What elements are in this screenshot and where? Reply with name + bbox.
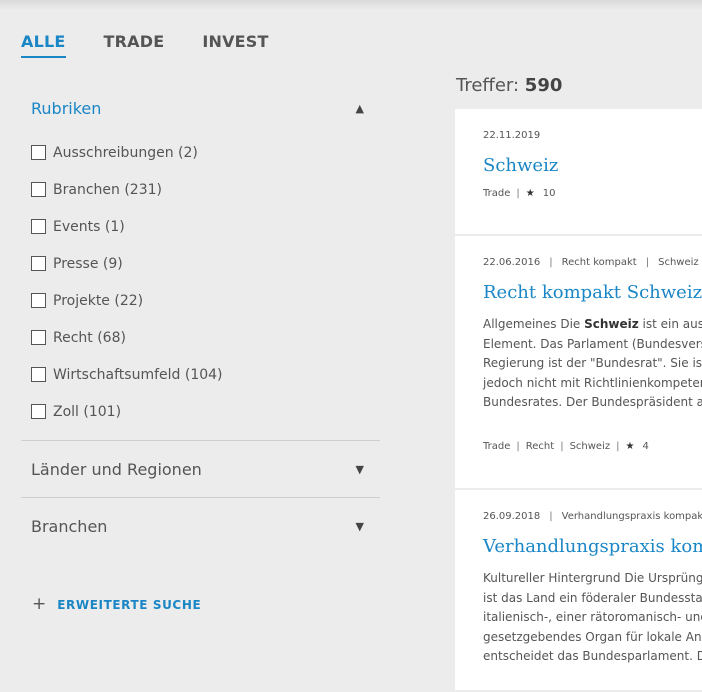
result-date: 22.06.2016: [483, 257, 541, 268]
filter-section-laender: Länder und Regionen ▼: [21, 441, 380, 497]
advanced-search-label: ERWEITERTE SUCHE: [57, 597, 202, 612]
section-tabs: ALLE TRADE INVEST: [21, 32, 307, 58]
tab-trade[interactable]: TRADE: [104, 32, 165, 58]
checkbox-box[interactable]: [31, 182, 46, 197]
result-meta: 22.06.2016 | Recht kompakt | Schweiz: [483, 236, 702, 268]
checkbox-box[interactable]: [31, 256, 46, 271]
star-icon: ★: [525, 188, 535, 199]
checkbox-label: Projekte (22): [53, 292, 144, 309]
checkbox-box[interactable]: [31, 330, 46, 345]
checkbox-box[interactable]: [31, 404, 46, 419]
checkbox-branchen[interactable]: Branchen (231): [31, 171, 380, 208]
branchen-header[interactable]: Branchen ▼: [21, 498, 380, 554]
excerpt-line: Kultureller Hintergrund Die Ursprünge: [483, 571, 702, 585]
star-icon: ★: [625, 440, 635, 452]
checkbox-label: Events (1): [53, 218, 125, 235]
excerpt-line: jedoch nicht mit Richtlinienkompeten: [483, 375, 702, 390]
result-tags: Trade | Recht | Schweiz | ★ 4: [483, 441, 702, 452]
checkbox-label: Zoll (101): [53, 403, 122, 420]
filter-section-branchen: Branchen ▼: [21, 498, 380, 554]
result-excerpt: Allgemeines Die Schweiz ist ein aus Z El…: [483, 315, 702, 413]
result-title[interactable]: Recht kompakt Schweiz: [483, 282, 702, 303]
checkbox-box[interactable]: [31, 219, 46, 234]
checkbox-wirtschaftsumfeld[interactable]: Wirtschaftsumfeld (104): [31, 356, 380, 393]
result-excerpt: Kultureller Hintergrund Die Ursprünge is…: [483, 569, 702, 667]
separator: |: [516, 188, 520, 199]
excerpt-text: ist ein aus Z: [642, 317, 702, 331]
excerpt-line: gesetzgebendes Organ für lokale Ang: [483, 629, 702, 644]
rubriken-title: Rubriken: [31, 98, 102, 118]
checkbox-box[interactable]: [31, 293, 46, 308]
checkbox-box[interactable]: [31, 367, 46, 382]
advanced-search-link[interactable]: + ERWEITERTE SUCHE: [32, 596, 201, 613]
rating-count: 4: [642, 440, 649, 452]
result-country[interactable]: Schweiz: [658, 257, 699, 268]
checkbox-events[interactable]: Events (1): [31, 208, 380, 245]
rubriken-checkbox-list: Ausschreibungen (2) Branchen (231) Event…: [21, 128, 380, 440]
checkbox-box[interactable]: [31, 145, 46, 160]
filter-sidebar: Rubriken ▲ Ausschreibungen (2) Branchen …: [21, 88, 380, 554]
excerpt-line: ist das Land ein föderaler Bundesstaa: [483, 590, 702, 605]
caret-down-icon[interactable]: ▼: [356, 520, 364, 533]
separator: |: [560, 440, 564, 452]
separator: |: [516, 440, 520, 452]
excerpt-line: Regierung ist der "Bundesrat". Sie ist l: [483, 356, 702, 370]
filter-section-rubriken: Rubriken ▲ Ausschreibungen (2) Branchen …: [21, 88, 380, 440]
checkbox-label: Recht (68): [53, 329, 126, 346]
excerpt-line: Bundesrates. Der Bundespräsident als: [483, 395, 702, 409]
tag-link[interactable]: Trade: [483, 188, 510, 199]
result-date: 22.11.2019: [483, 130, 541, 141]
hits-number: 590: [524, 75, 563, 96]
tag-link[interactable]: Recht: [526, 441, 554, 452]
result-title[interactable]: Schweiz: [483, 155, 702, 176]
checkbox-label: Branchen (231): [53, 181, 162, 198]
caret-down-icon[interactable]: ▼: [356, 463, 364, 476]
checkbox-label: Presse (9): [53, 255, 123, 272]
result-card: 26.09.2018 | Verhandlungspraxis kompakt Ve…: [455, 490, 702, 690]
separator: |: [645, 257, 650, 268]
tab-alle[interactable]: ALLE: [21, 32, 66, 58]
excerpt-highlight: Schweiz: [584, 317, 639, 331]
result-tags: Trade | ★ 10: [483, 188, 702, 199]
rubriken-header[interactable]: Rubriken ▲: [21, 88, 380, 128]
plus-icon: +: [32, 594, 47, 614]
separator: |: [616, 440, 620, 452]
checkbox-recht[interactable]: Recht (68): [31, 319, 380, 356]
excerpt-line: Element. Das Parlament (Bundesversa: [483, 336, 702, 351]
hits-label: Treffer:: [456, 75, 520, 96]
excerpt-text: Allgemeines Die: [483, 317, 585, 331]
tab-invest[interactable]: INVEST: [202, 32, 268, 58]
results-list: 22.11.2019 Schweiz Trade | ★ 10 22.06.20…: [455, 109, 702, 692]
branchen-title: Branchen: [31, 516, 108, 536]
result-meta: 26.09.2018 | Verhandlungspraxis kompakt: [483, 490, 702, 522]
excerpt-line: entscheidet das Bundesparlament. De: [483, 649, 702, 663]
tag-link[interactable]: Schweiz: [570, 441, 611, 452]
laender-header[interactable]: Länder und Regionen ▼: [21, 441, 380, 497]
excerpt-line: italienisch-, einer rätoromanisch- und: [483, 610, 702, 624]
caret-up-icon[interactable]: ▲: [356, 102, 364, 115]
checkbox-label: Wirtschaftsumfeld (104): [53, 366, 223, 383]
checkbox-presse[interactable]: Presse (9): [31, 245, 380, 282]
result-date: 26.09.2018: [483, 511, 541, 522]
top-shadow: [0, 0, 702, 10]
hits-count: Treffer: 590: [456, 75, 562, 96]
separator: |: [549, 511, 553, 522]
checkbox-zoll[interactable]: Zoll (101): [31, 393, 380, 430]
result-title[interactable]: Verhandlungspraxis komp: [483, 536, 702, 557]
result-category[interactable]: Verhandlungspraxis kompakt: [562, 511, 702, 522]
result-card: 22.11.2019 Schweiz Trade | ★ 10: [455, 109, 702, 234]
result-meta: 22.11.2019: [483, 109, 702, 141]
result-category[interactable]: Recht kompakt: [562, 257, 637, 268]
excerpt-line: Allgemeines Die Schweiz ist ein aus Z: [483, 315, 702, 335]
checkbox-projekte[interactable]: Projekte (22): [31, 282, 380, 319]
checkbox-label: Ausschreibungen (2): [53, 144, 198, 161]
laender-title: Länder und Regionen: [31, 459, 202, 479]
separator: |: [549, 257, 553, 268]
rating-count: 10: [542, 188, 556, 199]
result-card: 22.06.2016 | Recht kompakt | Schweiz Recht k…: [455, 236, 702, 488]
checkbox-ausschreibungen[interactable]: Ausschreibungen (2): [31, 134, 380, 171]
tag-link[interactable]: Trade: [483, 441, 510, 452]
